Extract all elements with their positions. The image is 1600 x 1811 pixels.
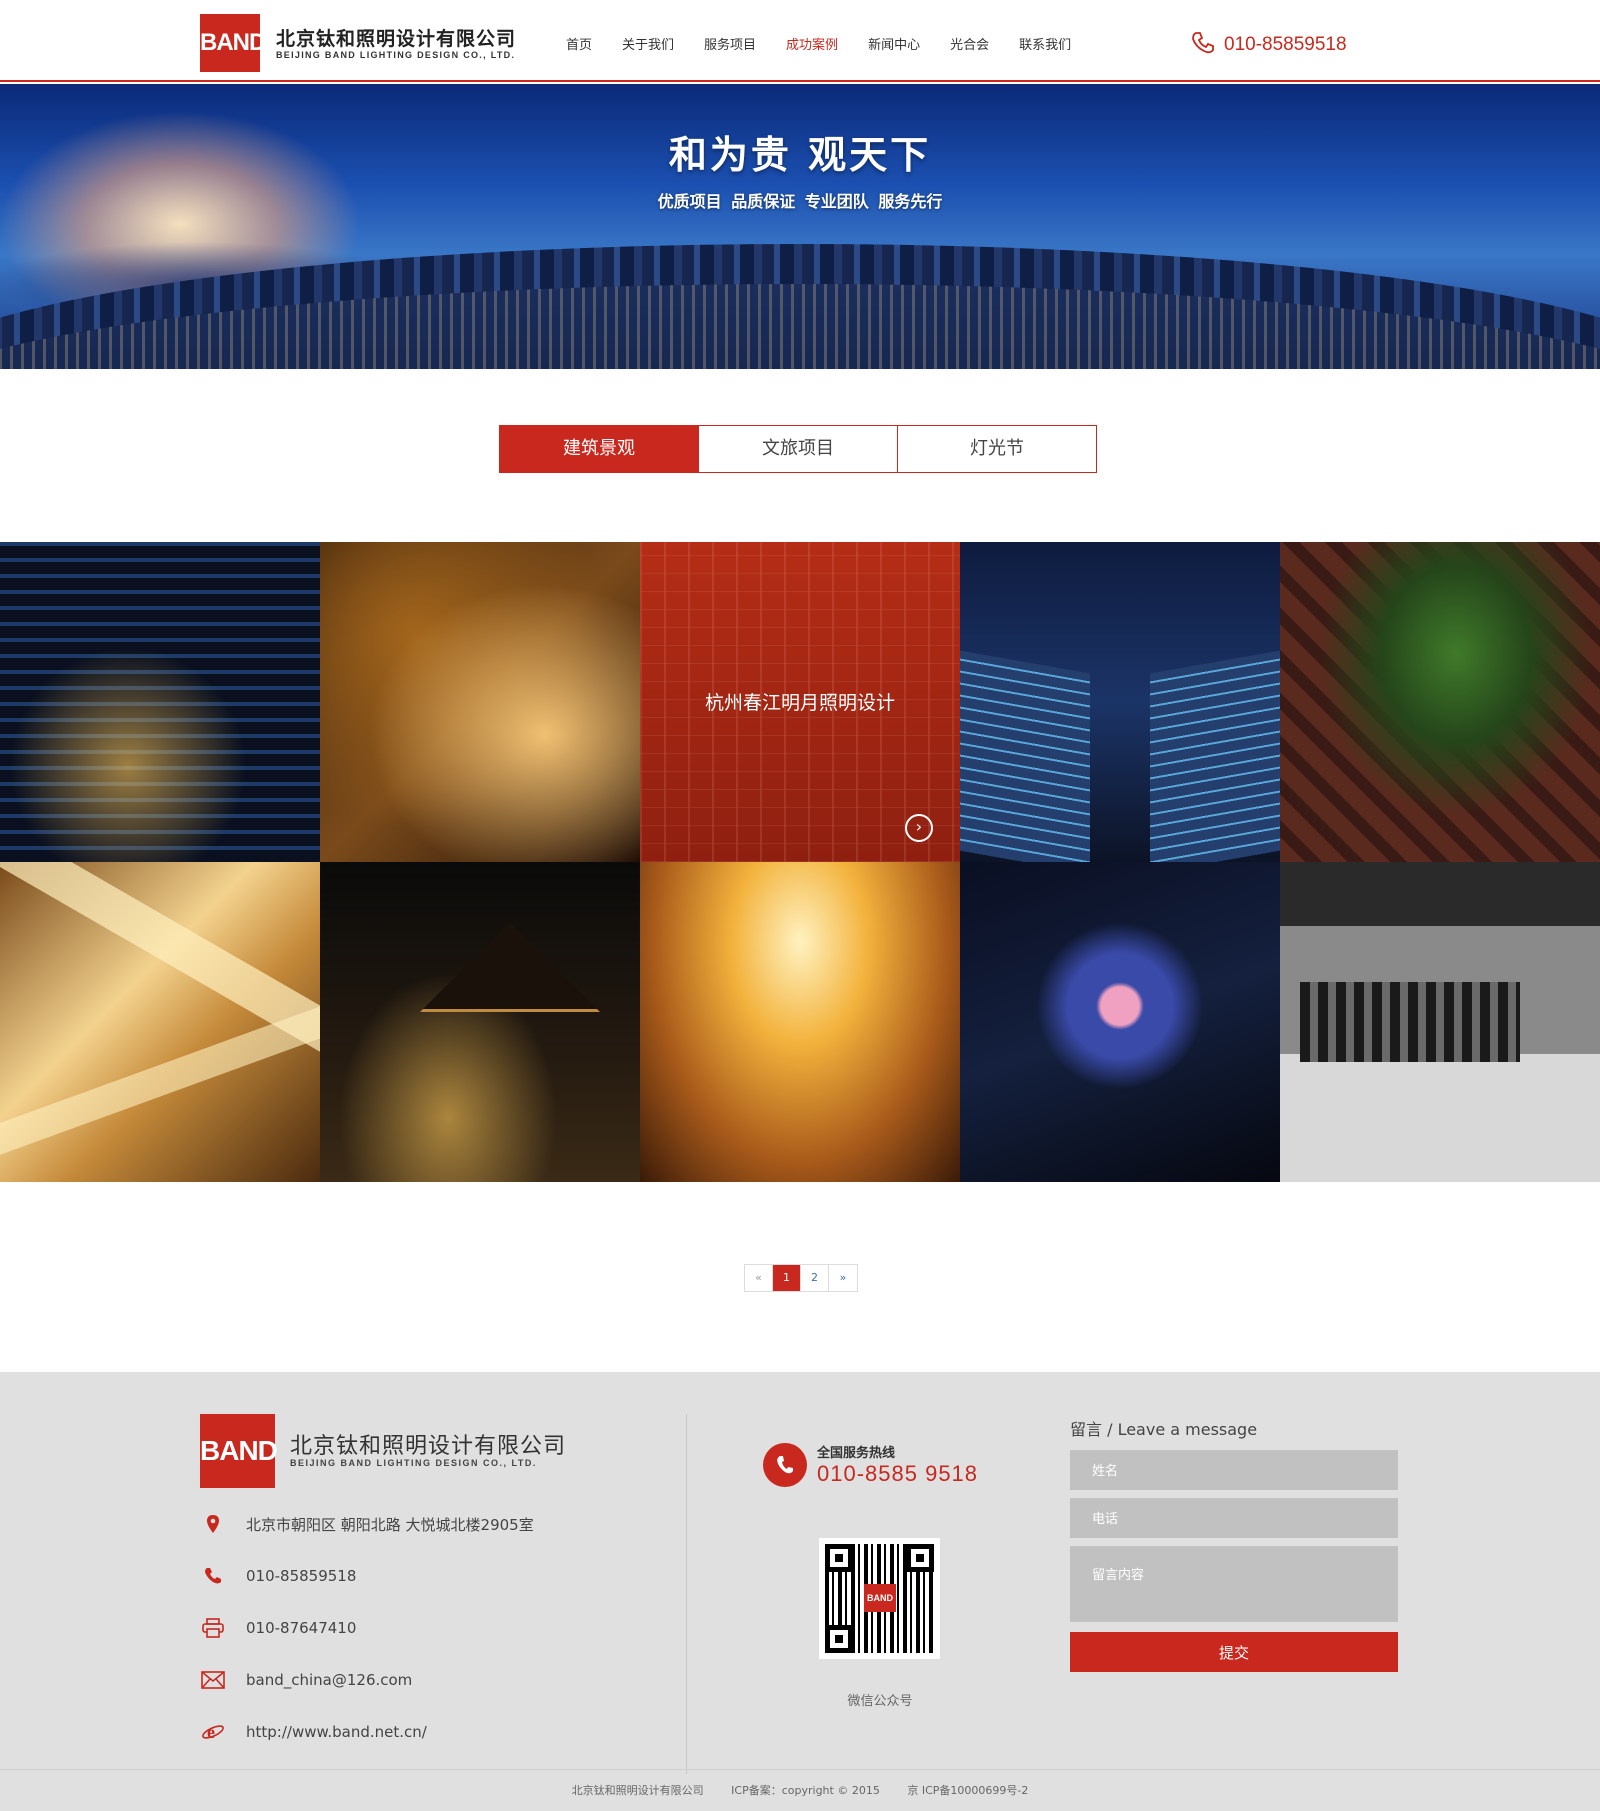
qr-logo: BAND [864,1584,896,1612]
name-input[interactable] [1070,1450,1398,1490]
header-phone-number: 010-85859518 [1224,34,1347,55]
browser-e-icon: e [200,1719,226,1745]
svg-text:e: e [207,1722,215,1742]
arrow-right-circle-icon[interactable]: › [905,814,933,842]
wechat-qr-code: BAND [819,1538,940,1659]
pagination-prev[interactable]: « [745,1265,773,1291]
tile-building [960,650,1090,862]
pagination: « 1 2 » [744,1264,858,1292]
nav-item-club[interactable]: 光合会 [950,34,989,54]
qr-caption: 微信公众号 [847,1694,913,1709]
site-logo[interactable]: BAND 北京钛和照明设计有限公司 BEIJING BAND LIGHTING … [200,14,520,72]
qr-finder [906,1544,934,1572]
qr-pattern: BAND [825,1544,934,1653]
printer-icon [200,1615,226,1641]
footer-company-english: BEIJING BAND LIGHTING DESIGN CO., LTD. [290,1458,537,1468]
tab-architecture[interactable]: 建筑景观 [500,426,699,472]
logo-company-english: BEIJING BAND LIGHTING DESIGN CO., LTD. [276,50,516,60]
footer-company-name: 北京钛和照明设计有限公司 [290,1434,567,1459]
tab-light-festival[interactable]: 灯光节 [898,426,1096,472]
qr-finder [825,1544,853,1572]
banner-subtitle: 优质项目 品质保证 专业团队 服务先行 [657,192,943,211]
tile-building [1150,650,1280,862]
message-form-title: 留言 / Leave a message [1070,1420,1258,1439]
location-pin-icon [200,1511,226,1537]
pagination-page-1[interactable]: 1 [773,1265,801,1291]
copyright-bar: 北京钛和照明设计有限公司 ICP备案：copyright © 2015 京 IC… [0,1769,1600,1811]
case-tile-title: 杭州春江明月照明设计 [704,692,895,714]
footer-phone: 010-85859518 [246,1567,357,1585]
footer-website-row: e http://www.band.net.cn/ [200,1718,427,1746]
logo-mark: BAND [200,14,266,72]
case-tile[interactable] [320,862,640,1182]
pagination-page-2[interactable]: 2 [801,1265,829,1291]
footer-fax: 010-87647410 [246,1619,357,1637]
hotline-block: 全国服务热线 010-8585 9518 [763,1442,978,1487]
phone-handset-icon [763,1442,807,1487]
phone-icon [1190,30,1216,60]
phone-input[interactable] [1070,1498,1398,1538]
case-tile[interactable] [1280,862,1600,1182]
nav-item-about[interactable]: 关于我们 [622,34,674,54]
footer-address: 北京市朝阳区 朝阳北路 大悦城北楼2905室 [246,1515,534,1534]
footer-divider [686,1414,687,1774]
case-tile[interactable] [0,542,320,862]
footer-logo-mark: BAND [200,1414,278,1488]
nav-item-news[interactable]: 新闻中心 [868,34,920,54]
tile-roof [420,922,600,1012]
hero-banner: 和为贵 观天下 优质项目 品质保证 专业团队 服务先行 [0,84,1600,369]
submit-button[interactable]: 提交 [1070,1632,1398,1672]
main-nav: 首页 关于我们 服务项目 成功案例 新闻中心 光合会 联系我们 [566,34,1101,54]
case-tile[interactable] [960,542,1280,862]
nav-item-services[interactable]: 服务项目 [704,34,756,54]
envelope-icon [200,1667,226,1693]
case-tile[interactable] [960,862,1280,1182]
header-phone: 010-85859518 [1190,30,1347,60]
copyright-text: ICP备案：copyright © 2015 [731,1784,880,1797]
footer-phone-row: 010-85859518 [200,1562,356,1590]
logo-company-name: 北京钛和照明设计有限公司 [276,28,517,50]
footer-website[interactable]: http://www.band.net.cn/ [246,1723,427,1741]
case-tile-highlighted[interactable]: 杭州春江明月照明设计 › [640,542,960,862]
qr-finder [825,1625,853,1653]
footer-email[interactable]: band_china@126.com [246,1671,412,1689]
nav-item-home[interactable]: 首页 [566,34,592,54]
nav-item-contact[interactable]: 联系我们 [1019,34,1071,54]
case-gallery: 杭州春江明月照明设计 › [0,542,1600,1182]
site-header: BAND 北京钛和照明设计有限公司 BEIJING BAND LIGHTING … [0,0,1600,82]
pagination-next[interactable]: » [829,1265,857,1291]
case-tile[interactable] [640,862,960,1182]
footer-email-row: band_china@126.com [200,1666,412,1694]
case-tile[interactable] [320,542,640,862]
hotline-label: 全国服务热线 [817,1446,896,1461]
hotline-number: 010-8585 9518 [817,1461,979,1486]
banner-title: 和为贵 观天下 [668,133,932,177]
footer-fax-row: 010-87647410 [200,1614,356,1642]
copyright-company: 北京钛和照明设计有限公司 [571,1784,704,1797]
site-footer: BAND 北京钛和照明设计有限公司 BEIJING BAND LIGHTING … [0,1372,1600,1811]
case-tile[interactable] [1280,542,1600,862]
case-category-tabs: 建筑景观 文旅项目 灯光节 [499,425,1097,473]
nav-item-cases[interactable]: 成功案例 [786,34,838,54]
phone-icon [200,1563,226,1589]
message-textarea[interactable] [1070,1546,1398,1622]
footer-address-row: 北京市朝阳区 朝阳北路 大悦城北楼2905室 [200,1510,534,1538]
case-tile[interactable] [0,862,320,1182]
tile-clothing-rack [1300,982,1520,1062]
tab-culture-tourism[interactable]: 文旅项目 [699,426,898,472]
page: BAND 北京钛和照明设计有限公司 BEIJING BAND LIGHTING … [0,0,1600,1811]
icp-number[interactable]: 京 ICP备10000699号-2 [907,1784,1028,1797]
